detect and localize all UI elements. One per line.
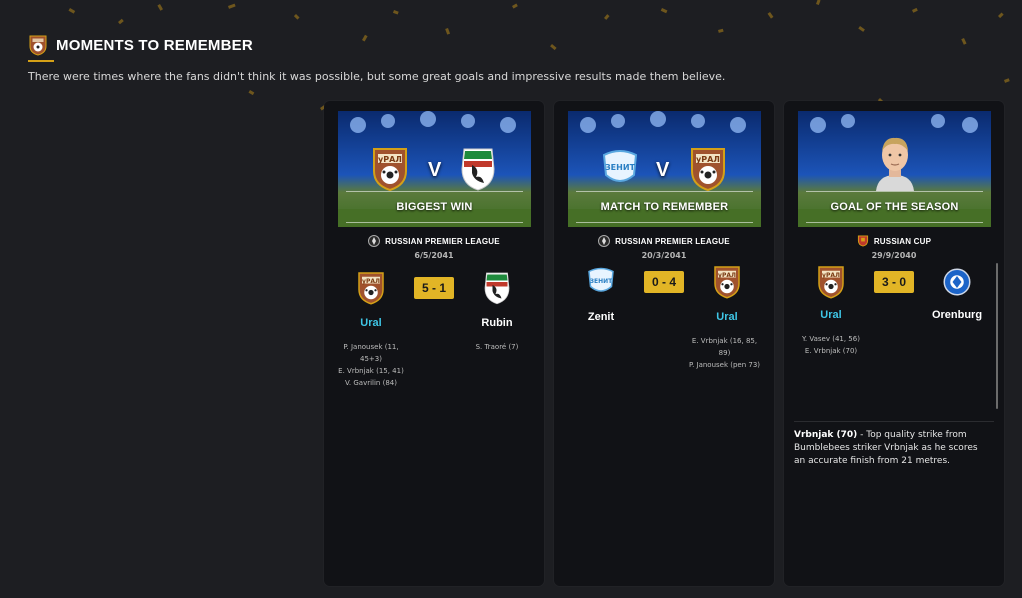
scrollbar[interactable] xyxy=(996,263,998,409)
versus-label: V xyxy=(656,159,670,181)
scorer-line: Y. Vasev (41, 56) xyxy=(802,335,860,343)
scorer-line: 45+3) xyxy=(360,355,382,363)
home-team-name[interactable]: Zenit xyxy=(561,311,641,323)
home-team-name[interactable]: Ural xyxy=(791,309,871,321)
score-badge: 3 - 0 xyxy=(874,271,914,293)
ural-crest-icon xyxy=(714,266,740,299)
scorer-line: E. Vrbnjak (16, 85, xyxy=(691,337,758,345)
competition-name: RUSSIAN PREMIER LEAGUE xyxy=(385,236,500,246)
competition-name: RUSSIAN CUP xyxy=(873,236,932,246)
card-banner: GOAL OF THE SEASON xyxy=(798,111,991,227)
goal-scorer: Vrbnjak (70) xyxy=(794,430,858,440)
section-header: MOMENTS TO REMEMBER xyxy=(28,34,253,56)
away-scorers: S. Traoré (7) xyxy=(457,341,537,353)
scorer-line: V. Gavrilin (84) xyxy=(345,379,397,387)
card-banner: V MATCH TO REMEMBER xyxy=(568,111,761,227)
rubin-crest-icon xyxy=(461,148,495,191)
scorer-line: E. Vrbnjak (70) xyxy=(804,347,858,355)
competition-name: RUSSIAN PREMIER LEAGUE xyxy=(615,236,730,246)
player-portrait-icon xyxy=(876,137,914,191)
score-badge: 5 - 1 xyxy=(414,277,454,299)
versus-label: V xyxy=(428,159,442,181)
competition-row: RUSSIAN CUP xyxy=(784,235,1004,247)
away-team-name[interactable]: Ural xyxy=(687,311,767,323)
away-team-name[interactable]: Rubin xyxy=(457,317,537,329)
ural-crest-icon xyxy=(818,266,844,299)
league-icon xyxy=(598,235,611,247)
ural-crest-icon xyxy=(358,272,384,305)
title-underline xyxy=(28,60,54,62)
score-badge: 0 - 4 xyxy=(644,271,684,293)
league-icon xyxy=(368,235,381,247)
card-banner: V BIGGEST WIN xyxy=(338,111,531,227)
away-team-name[interactable]: Orenburg xyxy=(917,309,997,321)
goal-description: Vrbnjak (70) - Top quality strike from B… xyxy=(794,429,990,468)
match-date: 20/3/2041 xyxy=(641,251,687,260)
page-subtitle: There were times where the fans didn't t… xyxy=(28,70,726,83)
home-scorers: P. Janousek (11, 45+3) E. Vrbnjak (15, 4… xyxy=(331,341,411,389)
moment-card-goal-of-the-season[interactable]: GOAL OF THE SEASON RUSSIAN CUP 29/9/2040… xyxy=(784,101,1004,586)
scorer-line: S. Traoré (7) xyxy=(475,343,519,351)
ural-crest-icon xyxy=(373,148,407,191)
scorer-line: P. Janousek (pen 73) xyxy=(688,361,761,369)
match-date: 29/9/2040 xyxy=(871,251,917,260)
ural-crest-icon xyxy=(691,148,725,191)
zenit-crest-icon xyxy=(603,150,637,182)
home-scorers: Y. Vasev (41, 56) E. Vrbnjak (70) xyxy=(791,333,871,357)
orenburg-crest-icon xyxy=(943,268,971,296)
moment-card-biggest-win[interactable]: V BIGGEST WIN RUSSIAN PREMIER LEAGUE 6/5… xyxy=(324,101,544,586)
moment-card-match-to-remember[interactable]: V MATCH TO REMEMBER RUSSIAN PREMIER LEAG… xyxy=(554,101,774,586)
match-date: 6/5/2041 xyxy=(414,251,454,260)
scorer-line: P. Janousek (11, xyxy=(343,343,399,351)
rubin-crest-icon xyxy=(484,272,510,305)
home-team-name[interactable]: Ural xyxy=(331,317,411,329)
zenit-crest-icon xyxy=(588,267,614,292)
ural-crest-icon xyxy=(29,35,47,56)
competition-row: RUSSIAN PREMIER LEAGUE xyxy=(324,235,544,247)
page-title: MOMENTS TO REMEMBER xyxy=(56,36,253,54)
divider xyxy=(794,421,994,422)
banner-title: MATCH TO REMEMBER xyxy=(576,191,753,223)
banner-title: BIGGEST WIN xyxy=(346,191,523,223)
banner-title: GOAL OF THE SEASON xyxy=(806,191,983,223)
scorer-line: 89) xyxy=(718,349,731,357)
scorer-line: E. Vrbnjak (15, 41) xyxy=(338,367,404,375)
competition-row: RUSSIAN PREMIER LEAGUE xyxy=(554,235,774,247)
cup-icon xyxy=(857,235,868,247)
away-scorers: E. Vrbnjak (16, 85, 89) P. Janousek (pen… xyxy=(677,335,772,371)
